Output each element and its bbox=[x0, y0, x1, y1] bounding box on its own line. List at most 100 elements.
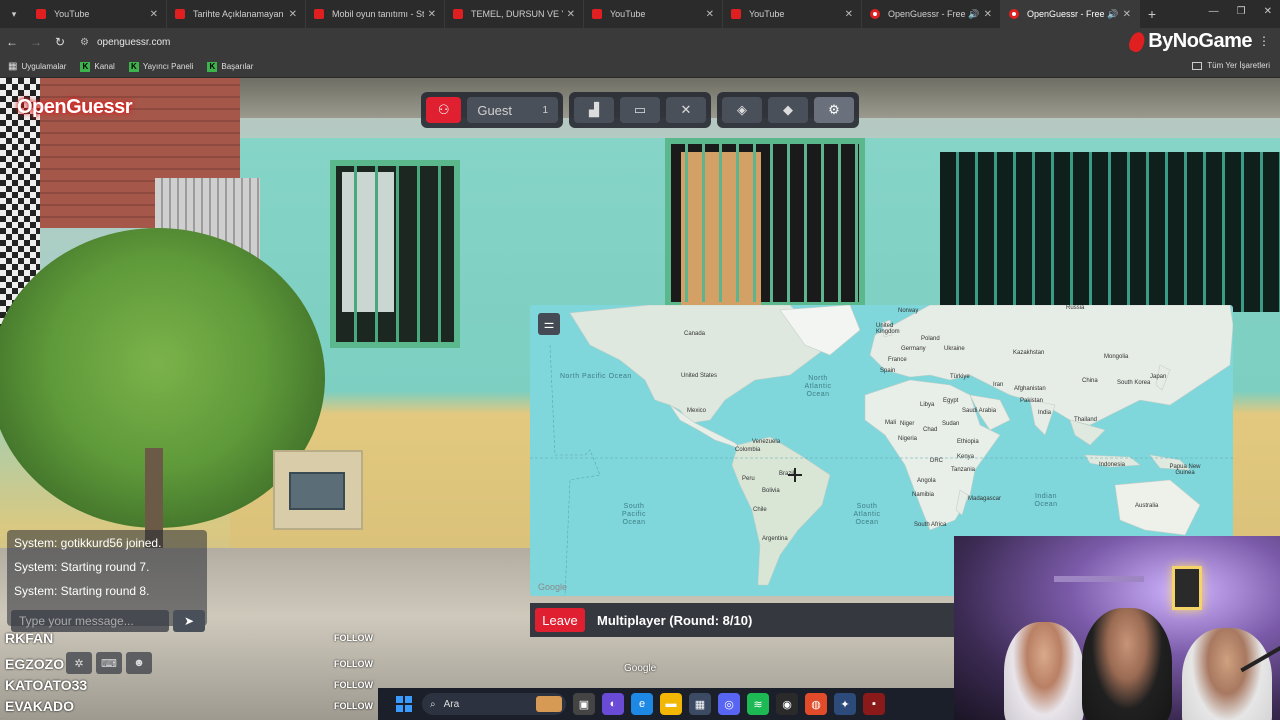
education-button[interactable]: ◆ bbox=[768, 97, 808, 123]
speaker-icon[interactable]: 🔊 bbox=[1107, 9, 1118, 20]
bookmark-label: Kanal bbox=[94, 62, 115, 71]
copilot-icon[interactable]: ◐ bbox=[602, 693, 624, 715]
openguessr-icon bbox=[870, 9, 880, 19]
tab-title: TEMEL, DURSUN VE YAM bbox=[471, 9, 563, 19]
bug-icon[interactable]: ✲ bbox=[66, 652, 92, 674]
country-label: Russia bbox=[1066, 305, 1085, 311]
minimize-icon[interactable]: — bbox=[1209, 6, 1219, 17]
country-label: Mongolia bbox=[1104, 354, 1129, 360]
edge-icon[interactable]: e bbox=[631, 693, 653, 715]
youtube-icon bbox=[175, 9, 185, 19]
gamepad-icon[interactable]: ⌨ bbox=[96, 652, 122, 674]
player-name: Guest bbox=[477, 102, 513, 118]
map-settings-button[interactable]: ⚌ bbox=[538, 313, 560, 335]
player-name-pill[interactable]: Guest 1 bbox=[467, 97, 558, 123]
taskbar-search[interactable]: ⌕ Ara bbox=[422, 693, 566, 715]
discord-icon[interactable]: ◎ bbox=[718, 693, 740, 715]
reload-icon[interactable]: ↻ bbox=[48, 35, 72, 49]
tab-title: OpenGuessr - Free G bbox=[1027, 9, 1106, 19]
follow-label: FOLLOW bbox=[334, 659, 373, 669]
youtube-icon bbox=[453, 9, 463, 19]
taskbar-search-placeholder: Ara bbox=[443, 698, 460, 710]
player-profile-button[interactable]: ⚇ bbox=[426, 97, 462, 123]
youtube-icon bbox=[731, 9, 741, 19]
site-settings-icon[interactable]: ⚙ bbox=[80, 37, 89, 48]
store-icon[interactable]: ▦ bbox=[689, 693, 711, 715]
country-label: Türkiye bbox=[950, 374, 970, 380]
back-arrow-icon[interactable]: ← bbox=[0, 35, 24, 49]
bookmark-apps[interactable]: ▦ Uygulamalar bbox=[8, 61, 66, 72]
tab-close-icon[interactable]: ✕ bbox=[567, 9, 575, 20]
kick-icon: K bbox=[128, 61, 139, 72]
browser-tab[interactable]: YouTube ✕ bbox=[584, 0, 723, 28]
all-bookmarks[interactable]: Tüm Yer İşaretleri bbox=[1192, 61, 1270, 70]
maximize-icon[interactable]: ❐ bbox=[1237, 6, 1246, 17]
player-count: 1 bbox=[542, 104, 548, 116]
tab-close-icon[interactable]: ✕ bbox=[428, 9, 436, 20]
forward-arrow-icon[interactable]: → bbox=[24, 35, 48, 49]
meter-box bbox=[273, 450, 363, 530]
bookmarks-bar: ▦ Uygulamalar K Kanal K Yayıncı Paneli K… bbox=[0, 56, 1280, 78]
windows-start-icon[interactable] bbox=[396, 696, 412, 712]
spotify-icon[interactable]: ≋ bbox=[747, 693, 769, 715]
speaker-icon[interactable]: 🔊 bbox=[968, 9, 979, 20]
browser-tab[interactable]: YouTube ✕ bbox=[28, 0, 167, 28]
follow-label: FOLLOW bbox=[334, 701, 373, 711]
obs-icon[interactable]: ▪ bbox=[863, 693, 885, 715]
browser-tab[interactable]: YouTube ✕ bbox=[723, 0, 862, 28]
chrome-icon[interactable]: ◍ bbox=[805, 693, 827, 715]
country-label: South Africa bbox=[914, 522, 947, 528]
steam-icon[interactable]: ◉ bbox=[776, 693, 798, 715]
browser-tab[interactable]: Tarihte Açıklanamayan Er ✕ bbox=[167, 0, 306, 28]
country-label: Niger bbox=[900, 421, 915, 427]
tab-close-icon[interactable]: ✕ bbox=[845, 9, 853, 20]
map-layers-button[interactable]: ◈ bbox=[722, 97, 762, 123]
tab-close-icon[interactable]: ✕ bbox=[150, 9, 158, 20]
browser-tab[interactable]: TEMEL, DURSUN VE YAM ✕ bbox=[445, 0, 584, 28]
browser-tab[interactable]: Mobil oyun tanıtımı - Sta ✕ bbox=[306, 0, 445, 28]
tab-close-icon[interactable]: ✕ bbox=[1123, 9, 1131, 20]
browser-tab[interactable]: OpenGuessr - Free G 🔊 ✕ bbox=[1001, 0, 1140, 28]
leave-button[interactable]: Leave bbox=[535, 608, 585, 632]
leaderboard-button[interactable]: ▟ bbox=[574, 97, 614, 123]
gear-icon: ⚙ bbox=[828, 102, 840, 117]
bynogame-flame-icon bbox=[1127, 29, 1148, 54]
country-label: Mexico bbox=[687, 408, 707, 414]
browser-menu-icon[interactable]: ⋮ bbox=[1258, 34, 1270, 48]
podium-icon: ▟ bbox=[589, 102, 599, 117]
folder-icon bbox=[1192, 61, 1203, 70]
task-view-icon[interactable]: ▣ bbox=[573, 693, 595, 715]
chat-tool-buttons: ✲ ⌨ ☻ bbox=[66, 652, 152, 674]
follower-name: RKFAN bbox=[5, 630, 54, 646]
country-label: Venezuela bbox=[752, 439, 781, 445]
streamer-webcam bbox=[954, 536, 1280, 720]
app-icon[interactable]: ✦ bbox=[834, 693, 856, 715]
window-controls: — ❐ ✕ bbox=[1209, 6, 1272, 17]
url-field[interactable]: ⚙ openguessr.com bbox=[80, 37, 170, 48]
graduation-cap-icon: ◆ bbox=[783, 102, 793, 117]
youtube-icon bbox=[592, 9, 602, 19]
youtube-icon bbox=[314, 9, 324, 19]
bookmark-yayinci-paneli[interactable]: K Yayıncı Paneli bbox=[128, 61, 193, 72]
tab-close-icon[interactable]: ✕ bbox=[289, 9, 297, 20]
follow-alert: RKFAN FOLLOW bbox=[0, 628, 378, 648]
tab-close-icon[interactable]: ✕ bbox=[706, 9, 714, 20]
kick-icon: K bbox=[207, 61, 218, 72]
file-explorer-icon[interactable]: ▬ bbox=[660, 693, 682, 715]
settings-button[interactable]: ⚙ bbox=[814, 97, 854, 123]
bookmark-basarilar[interactable]: K Başarılar bbox=[207, 61, 253, 72]
openguessr-logo[interactable]: OpenGuessr bbox=[17, 96, 133, 119]
new-tab-button[interactable]: + bbox=[1140, 6, 1164, 22]
browser-tab-bar: ▾ YouTube✕Tarihte Açıklanamayan Er✕Mobil… bbox=[0, 0, 1280, 28]
bookmark-kanal[interactable]: K Kanal bbox=[80, 61, 115, 72]
tab-close-icon[interactable]: ✕ bbox=[984, 9, 992, 20]
tab-title: YouTube bbox=[610, 9, 646, 19]
battle-button[interactable]: ✕ bbox=[666, 97, 706, 123]
multiplayer-button[interactable]: ▭ bbox=[620, 97, 660, 123]
reddit-icon[interactable]: ☻ bbox=[126, 652, 152, 674]
follow-alert: EVAKADO FOLLOW bbox=[0, 696, 378, 716]
tab-search-chevron-icon[interactable]: ▾ bbox=[0, 0, 28, 28]
country-label: Poland bbox=[921, 336, 940, 342]
close-window-icon[interactable]: ✕ bbox=[1264, 6, 1272, 17]
browser-tab[interactable]: OpenGuessr - Free G 🔊 ✕ bbox=[862, 0, 1001, 28]
